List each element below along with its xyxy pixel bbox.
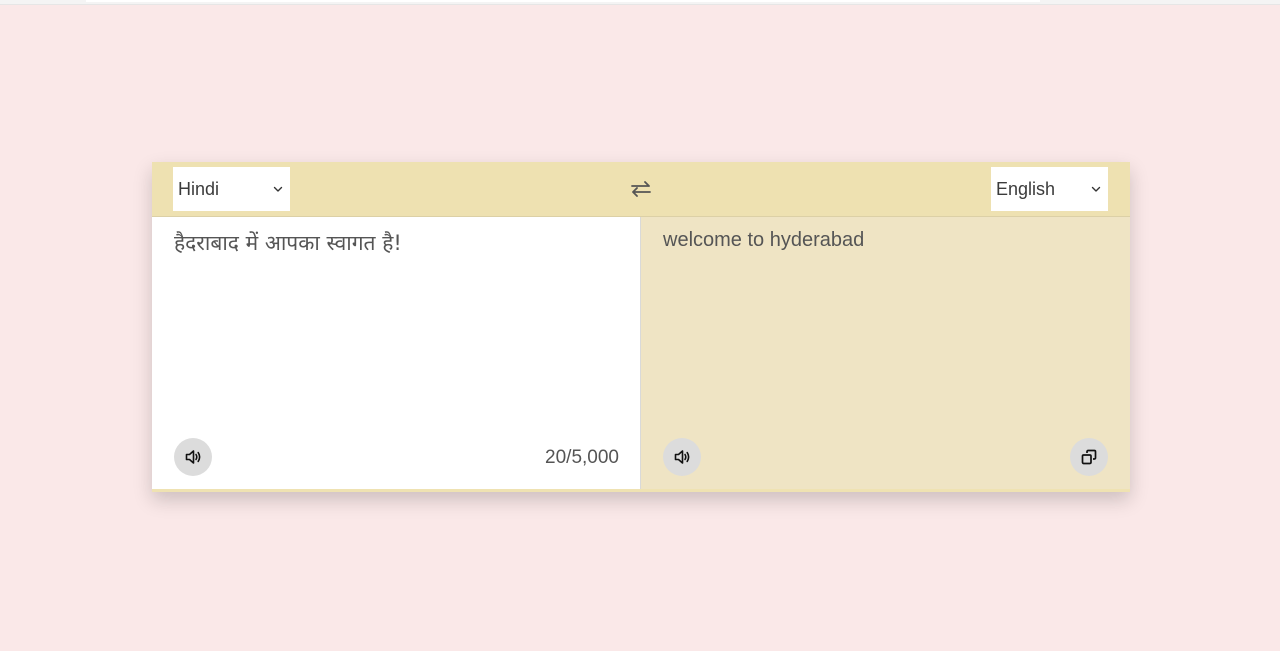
target-panel: welcome to hyderabad [641, 217, 1130, 489]
source-text-input[interactable]: हैदराबाद में आपका स्वागत है! [174, 229, 614, 429]
swap-arrows-icon [631, 181, 651, 197]
to-language-select[interactable]: English [991, 167, 1108, 211]
target-speak-button[interactable] [663, 438, 701, 476]
translator-card: Hindi English हैदराबाद में आपका स्वागत ह… [152, 162, 1130, 492]
translated-text: welcome to hyderabad [663, 229, 865, 251]
speaker-icon [185, 450, 201, 464]
to-language-label: English [996, 178, 1056, 199]
from-language-label: Hindi [178, 178, 220, 199]
chevron-down-icon [273, 186, 283, 192]
speaker-icon [674, 450, 690, 464]
source-speak-button[interactable] [174, 438, 212, 476]
from-language-select[interactable]: Hindi [173, 167, 290, 211]
copy-button[interactable] [1070, 438, 1108, 476]
browser-top-strip [0, 0, 1280, 5]
copy-icon [1081, 449, 1097, 465]
chevron-down-icon [1091, 186, 1101, 192]
address-bar-edge [86, 0, 1040, 2]
source-panel: हैदराबाद में आपका स्वागत है! 20/5,000 [152, 217, 641, 489]
character-count: 20/5,000 [545, 447, 619, 468]
language-controls: Hindi English [152, 162, 1130, 217]
swap-languages-button[interactable] [626, 177, 656, 201]
card-bottom-edge [152, 489, 1130, 492]
